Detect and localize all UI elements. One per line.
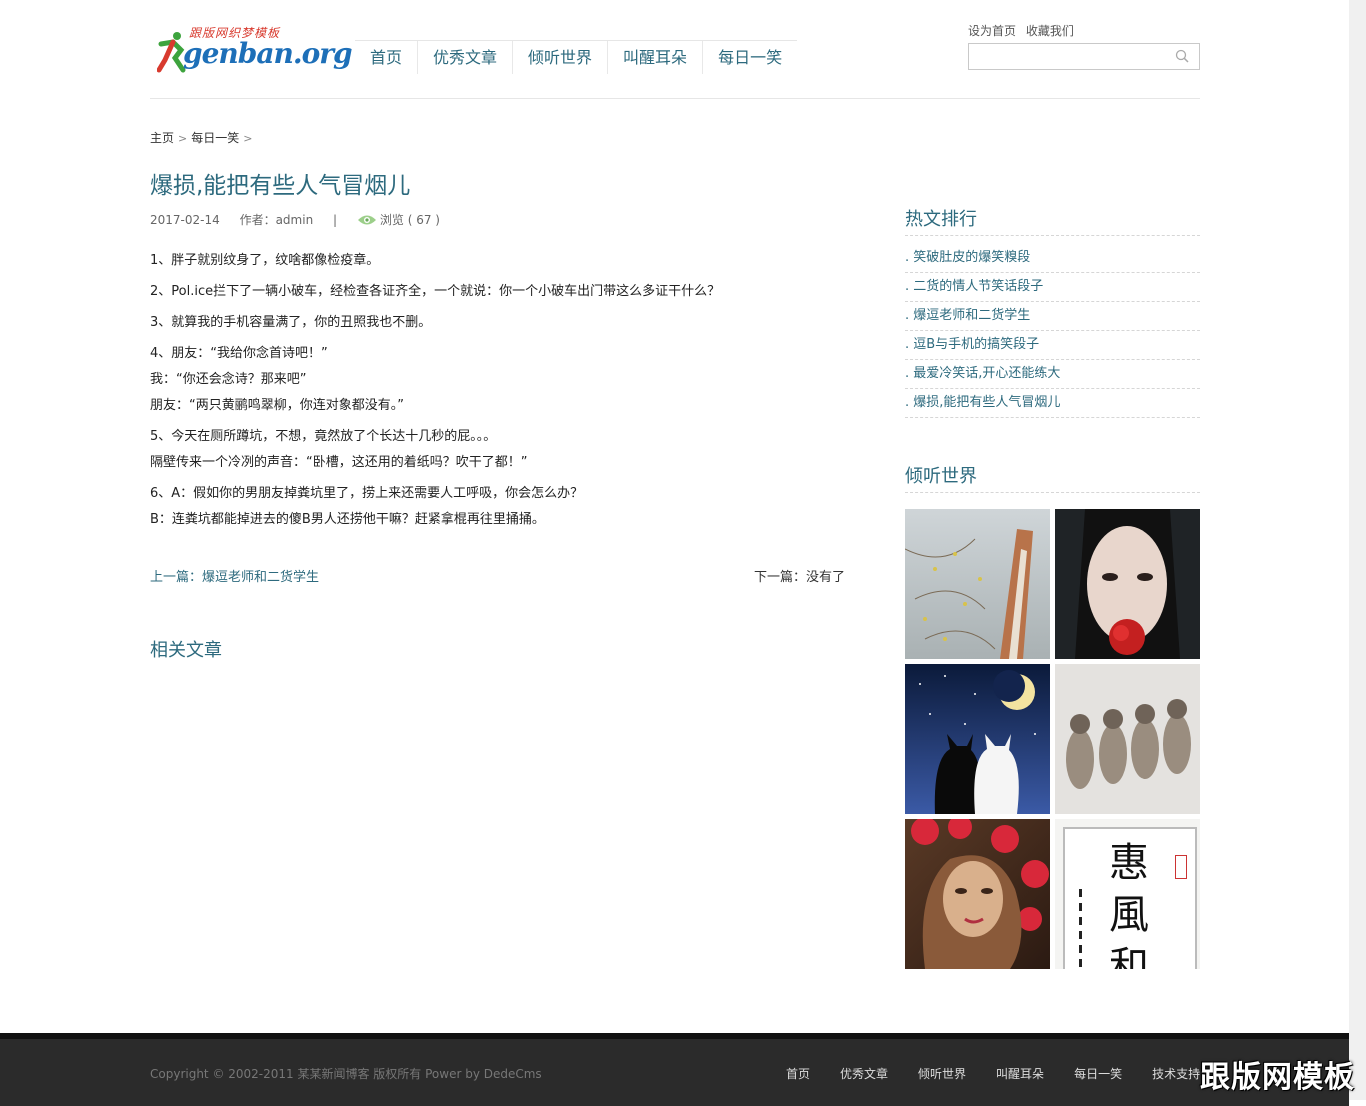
header-divider [150, 98, 1200, 99]
nav-item-listen[interactable]: 倾听世界 [513, 41, 609, 74]
paragraph: 3、就算我的手机容量满了，你的丑照我也不删。 [150, 310, 850, 336]
paragraph-line: 3、就算我的手机容量满了，你的丑照我也不删。 [150, 315, 432, 330]
footer-link-tech-support[interactable]: 技术支持 [1152, 1065, 1200, 1082]
bookmark-link[interactable]: 收藏我们 [1026, 24, 1074, 38]
footer-nav: 首页 优秀文章 倾听世界 叫醒耳朵 每日一笑 技术支持 [786, 1065, 1230, 1082]
paragraph-line: B：连粪坑都能掉进去的傻B男人还捞他干嘛？赶紧拿棍再往里捅捅。 [150, 512, 545, 527]
hot-article-link[interactable]: . 二货的情人节笑话段子 [905, 279, 1043, 294]
hot-article-link[interactable]: . 逗B与手机的搞笑段子 [905, 337, 1039, 352]
gallery-image-kittens[interactable] [1055, 664, 1200, 814]
paragraph-line: 5、今天在厕所蹲坑，不想，竟然放了个长达十几秒的屁。。。 [150, 429, 497, 444]
hot-article-item[interactable]: . 最爱冷笑话,开心还能练大 [905, 360, 1200, 389]
nav-item-articles[interactable]: 优秀文章 [418, 41, 514, 74]
related-articles-heading: 相关文章 [150, 640, 222, 661]
gallery-image-tree[interactable] [905, 509, 1050, 659]
search-input[interactable] [973, 44, 1167, 69]
paragraph-line: 2、Pol.ice拦下了一辆小破车，经检查各证齐全，一个就说：你一个小破车出门带… [150, 284, 721, 299]
nav-item-daily-laugh[interactable]: 每日一笑 [703, 41, 797, 74]
gallery-image-cats-moon[interactable] [905, 664, 1050, 814]
breadcrumb-separator: > [178, 132, 188, 145]
site-logo[interactable]: 跟版网织梦模板 genban.org [157, 24, 353, 76]
prev-next-links: 上一篇：爆逗老师和二货学生 下一篇：没有了 [150, 566, 845, 585]
footer-link-daily-laugh[interactable]: 每日一笑 [1074, 1065, 1122, 1082]
article-body: 1、胖子就别纹身了，纹啥都像检疫章。 2、Pol.ice拦下了一辆小破车，经检查… [150, 248, 850, 538]
signature-strokes [1079, 889, 1082, 969]
paragraph: 5、今天在厕所蹲坑，不想，竟然放了个长达十几秒的屁。。。隔壁传来一个冷冽的声音：… [150, 424, 850, 476]
sidebar: 热文排行 . 笑破肚皮的爆笑糗段 . 二货的情人节笑话段子 . 爆逗老师和二货学… [905, 205, 1200, 969]
watermark: 跟版网模板 [1200, 1060, 1355, 1095]
logo-english-text: genban.org [183, 37, 353, 70]
footer-link-listen[interactable]: 倾听世界 [918, 1065, 966, 1082]
article-date: 2017-02-14 [150, 213, 220, 227]
scrollbar[interactable] [1349, 0, 1366, 1100]
article-author: 作者：admin [239, 213, 314, 227]
footer-link-home[interactable]: 首页 [786, 1065, 810, 1082]
hot-article-link[interactable]: . 爆损,能把有些人气冒烟儿 [905, 395, 1060, 410]
paragraph: 4、朋友：“我给你念首诗吧！” 我：“你还会念诗？那来吧” 朋友：“两只黄鹂鸣翠柳，… [150, 341, 850, 419]
paragraph-line: 我：“你还会念诗？那来吧” [150, 372, 307, 387]
calligraphy-text: 惠 風 和 [1109, 837, 1149, 969]
paragraph-line: 4、朋友：“我给你念首诗吧！” [150, 346, 328, 361]
hot-article-item[interactable]: . 爆损,能把有些人气冒烟儿 [905, 389, 1200, 418]
red-seal-icon [1175, 855, 1187, 879]
gallery-image-woman-flowers[interactable] [905, 819, 1050, 969]
meta-divider: | [333, 213, 338, 227]
calligraphy-frame: 惠 風 和 [1063, 827, 1197, 969]
calligraphy-char: 惠 [1109, 840, 1149, 886]
nav-item-wake[interactable]: 叫醒耳朵 [608, 41, 704, 74]
prev-article-link[interactable]: 上一篇：爆逗老师和二货学生 [150, 570, 319, 585]
paragraph: 1、胖子就别纹身了，纹啥都像检疫章。 [150, 248, 850, 274]
set-homepage-link[interactable]: 设为首页 [968, 24, 1016, 38]
paragraph-line: 隔壁传来一个冷冽的声音：“卧槽，这还用的着纸吗？吹干了都！” [150, 455, 528, 470]
hot-article-item[interactable]: . 笑破肚皮的爆笑糗段 [905, 244, 1200, 273]
copyright-text: Copyright © 2002-2011 某某新闻博客 版权所有 Power … [150, 1067, 542, 1081]
breadcrumb: 主页 > 每日一笑 > [150, 129, 256, 146]
gallery-image-woman-rose[interactable] [1055, 509, 1200, 659]
paragraph-line: 朋友：“两只黄鹂鸣翠柳，你连对象都没有。” [150, 398, 404, 413]
gallery-image-calligraphy[interactable]: 惠 風 和 [1055, 819, 1200, 969]
breadcrumb-separator: > [243, 132, 253, 145]
article-title: 爆损,能把有些人气冒烟儿 [150, 173, 411, 199]
hot-articles-list: . 笑破肚皮的爆笑糗段 . 二货的情人节笑话段子 . 爆逗老师和二货学生 . 逗… [905, 244, 1200, 418]
hot-article-item[interactable]: . 二货的情人节笑话段子 [905, 273, 1200, 302]
footer: Copyright © 2002-2011 某某新闻博客 版权所有 Power … [0, 1033, 1349, 1106]
hot-article-link[interactable]: . 爆逗老师和二货学生 [905, 308, 1030, 323]
search-icon[interactable] [1175, 49, 1189, 63]
article-views: 浏览 ( 67 ) [379, 213, 440, 227]
article-meta: 2017-02-14 作者：admin | 浏览 ( 67 ) [150, 211, 456, 228]
footer-link-articles[interactable]: 优秀文章 [840, 1065, 888, 1082]
calligraphy-char: 和 [1109, 944, 1149, 969]
nav-item-home[interactable]: 首页 [355, 41, 419, 74]
paragraph-line: 6、A：假如你的男朋友掉粪坑里了，捞上来还需要人工呼吸，你会怎么办？ [150, 486, 584, 501]
footer-link-wake[interactable]: 叫醒耳朵 [996, 1065, 1044, 1082]
paragraph: 2、Pol.ice拦下了一辆小破车，经检查各证齐全，一个就说：你一个小破车出门带… [150, 279, 850, 305]
calligraphy-char: 風 [1109, 892, 1149, 938]
hot-article-link[interactable]: . 笑破肚皮的爆笑糗段 [905, 250, 1030, 265]
search-box [968, 43, 1200, 70]
paragraph-line: 1、胖子就别纹身了，纹啥都像检疫章。 [150, 253, 380, 268]
main-nav: 首页 优秀文章 倾听世界 叫醒耳朵 每日一笑 [355, 40, 798, 74]
hot-articles-heading: 热文排行 [905, 205, 1200, 236]
paragraph: 6、A：假如你的男朋友掉粪坑里了，捞上来还需要人工呼吸，你会怎么办？ B：连粪坑都… [150, 481, 850, 533]
next-article-label: 下一篇：没有了 [753, 570, 845, 585]
gallery-heading: 倾听世界 [905, 462, 1200, 493]
hot-article-link[interactable]: . 最爱冷笑话,开心还能练大 [905, 366, 1060, 381]
hot-article-item[interactable]: . 爆逗老师和二货学生 [905, 302, 1200, 331]
breadcrumb-home[interactable]: 主页 [150, 131, 174, 145]
image-gallery: 惠 風 和 [905, 509, 1200, 969]
hot-article-item[interactable]: . 逗B与手机的搞笑段子 [905, 331, 1200, 360]
breadcrumb-category[interactable]: 每日一笑 [191, 131, 239, 145]
top-links: 设为首页 收藏我们 [968, 22, 1080, 39]
eye-icon [357, 215, 376, 225]
